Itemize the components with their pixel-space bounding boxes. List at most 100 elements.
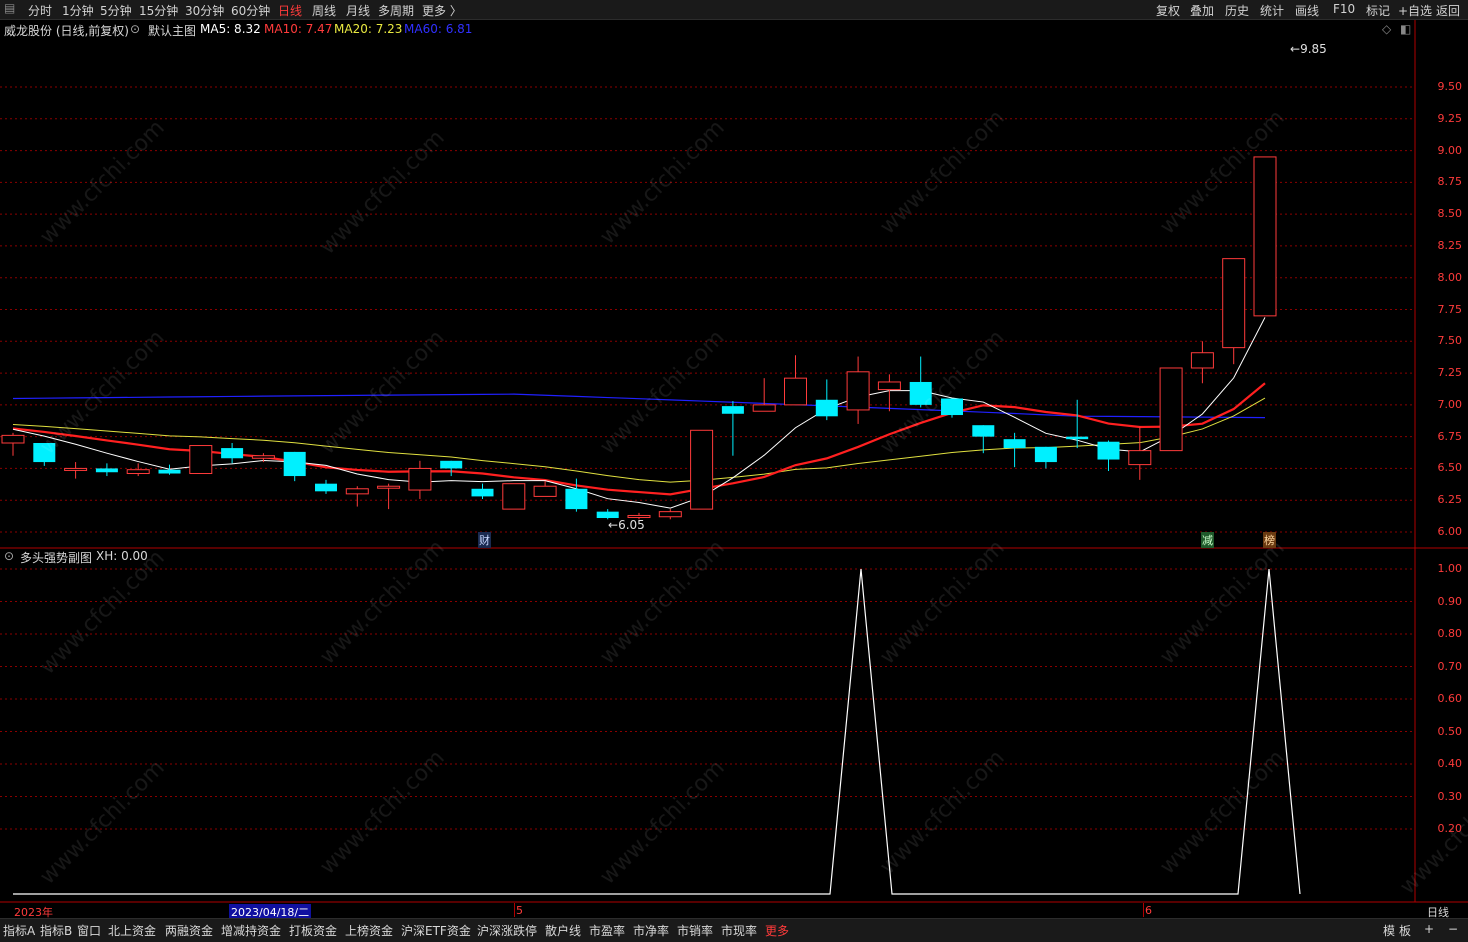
indicator-tab-bar: 指标A 指标B 窗口 北上资金 两融资金 增减持资金 打板资金 上榜资金 沪深E…: [0, 918, 1468, 942]
price-tick-label: 8.50: [1437, 207, 1463, 221]
sub-indicator-name[interactable]: 多头强势副图: [20, 549, 92, 566]
tab-window[interactable]: 窗口: [77, 922, 101, 939]
candle-body: [752, 404, 776, 412]
price-tick-label: 6.25: [1437, 493, 1463, 507]
price-tick-label: 9.50: [1437, 80, 1463, 93]
candle: [189, 445, 213, 475]
sub-dropdown-icon[interactable]: ⊙: [4, 549, 14, 563]
price-tick-label: 8.00: [1437, 270, 1463, 284]
price-tick-label: 7.00: [1437, 397, 1463, 411]
stock-title[interactable]: 威龙股份 (日线,前复权): [4, 22, 129, 39]
panel-toggle-icon[interactable]: ◧: [1400, 22, 1411, 36]
candle-body: [690, 429, 714, 510]
candle-body: [784, 377, 807, 406]
tab-pe-ratio[interactable]: 市盈率: [589, 922, 625, 939]
candle-body: [315, 483, 337, 492]
sub-tick-label: 0.30: [1437, 789, 1463, 803]
sub-tick-label: 0.20: [1437, 822, 1463, 835]
candle-body: [1128, 450, 1152, 466]
candle-body: [502, 483, 526, 510]
sub-tick-label: 0.70: [1437, 659, 1463, 673]
tab-more[interactable]: 更多: [765, 922, 789, 939]
candle: [502, 483, 526, 510]
marker-cai[interactable]: 财: [478, 532, 491, 548]
candle-body: [658, 511, 682, 518]
candle-body: [189, 445, 213, 475]
add-pane-button[interactable]: +: [1424, 922, 1434, 936]
sub-tick-label: 0.40: [1437, 757, 1463, 770]
sub-tick-label: 0.80: [1437, 627, 1463, 640]
candle-body: [221, 448, 244, 459]
ma5-value: MA5: 8.32: [200, 22, 261, 36]
template-label[interactable]: 默认主图: [148, 22, 196, 39]
marker-bang[interactable]: 榜: [1263, 532, 1276, 548]
price-tick-label: 9.25: [1437, 111, 1463, 125]
candle-body: [565, 488, 588, 510]
month-6-label: 6: [1145, 904, 1152, 917]
tab-ps-ratio[interactable]: 市销率: [677, 922, 713, 939]
price-tick-label: 9.00: [1437, 143, 1463, 157]
sub-indicator-value: XH: 0.00: [96, 549, 148, 563]
sub-tick-label: 1.00: [1437, 562, 1463, 575]
ma20-value: MA20: 7.23: [334, 22, 403, 36]
candle-body: [815, 399, 838, 417]
tab-pb-ratio[interactable]: 市净率: [633, 922, 669, 939]
candle-body: [533, 485, 557, 497]
sub-tick-label: 0.60: [1437, 692, 1463, 705]
candle-body: [909, 381, 932, 405]
tab-pcf-ratio[interactable]: 市现率: [721, 922, 757, 939]
diamond-icon[interactable]: ◇: [1382, 22, 1391, 36]
candle-body: [440, 460, 463, 469]
tab-indicator-b[interactable]: 指标B: [40, 922, 72, 939]
tab-holdings-change[interactable]: 增减持资金: [221, 922, 281, 939]
candle-body: [33, 443, 56, 463]
candle-body: [721, 406, 744, 414]
candle-body: [1190, 352, 1214, 369]
tab-retail-line[interactable]: 散户线: [545, 922, 581, 939]
price-tick-label: 8.75: [1437, 175, 1463, 189]
candle-body: [64, 467, 88, 471]
candle-body: [95, 468, 118, 473]
month-5-label: 5: [516, 904, 523, 917]
candle: [1253, 156, 1277, 317]
candle-body: [158, 469, 181, 474]
kline-chart[interactable]: [0, 0, 1468, 941]
candle-body: [377, 485, 401, 489]
candle: [690, 429, 714, 510]
candle-body: [1253, 156, 1277, 317]
candle-body: [877, 381, 901, 391]
tab-limit-board[interactable]: 打板资金: [289, 922, 337, 939]
low-price-label: ←6.05: [608, 518, 645, 532]
high-price-label: ←9.85: [1290, 42, 1327, 56]
remove-pane-button[interactable]: −: [1448, 922, 1458, 936]
template-button[interactable]: 模: [1383, 922, 1395, 939]
sub-tick-label: 0.50: [1437, 724, 1463, 738]
low-price-value: 6.05: [618, 518, 645, 532]
candle: [1159, 367, 1183, 452]
candle-body: [1034, 446, 1057, 463]
tab-margin[interactable]: 两融资金: [165, 922, 213, 939]
marker-jian[interactable]: 减: [1201, 532, 1214, 548]
price-tick-label: 7.75: [1437, 302, 1463, 316]
candle-body: [251, 455, 275, 459]
candle-body: [1003, 439, 1026, 449]
board-button[interactable]: 板: [1399, 922, 1411, 939]
high-price-value: 9.85: [1300, 42, 1327, 56]
candle-body: [1, 434, 25, 444]
candle-body: [283, 451, 306, 477]
tab-limit-up-down[interactable]: 沪深涨跌停: [477, 922, 537, 939]
ma10-value: MA10: 7.47: [264, 22, 333, 36]
tick-5-line: [514, 903, 515, 917]
tab-indicator-a[interactable]: 指标A: [3, 922, 35, 939]
tab-top-list[interactable]: 上榜资金: [345, 922, 393, 939]
template-dropdown-icon[interactable]: ⊙: [130, 22, 140, 36]
candle-body: [408, 467, 432, 491]
tab-etf-funds[interactable]: 沪深ETF资金: [401, 922, 471, 939]
ma60-value: MA60: 6.81: [404, 22, 473, 36]
tab-northbound[interactable]: 北上资金: [108, 922, 156, 939]
candle-body: [345, 488, 369, 495]
price-tick-label: 7.25: [1437, 366, 1463, 380]
price-tick-label: 8.25: [1437, 238, 1463, 252]
candle-body: [1222, 258, 1246, 349]
price-tick-label: 6.00: [1437, 525, 1463, 538]
